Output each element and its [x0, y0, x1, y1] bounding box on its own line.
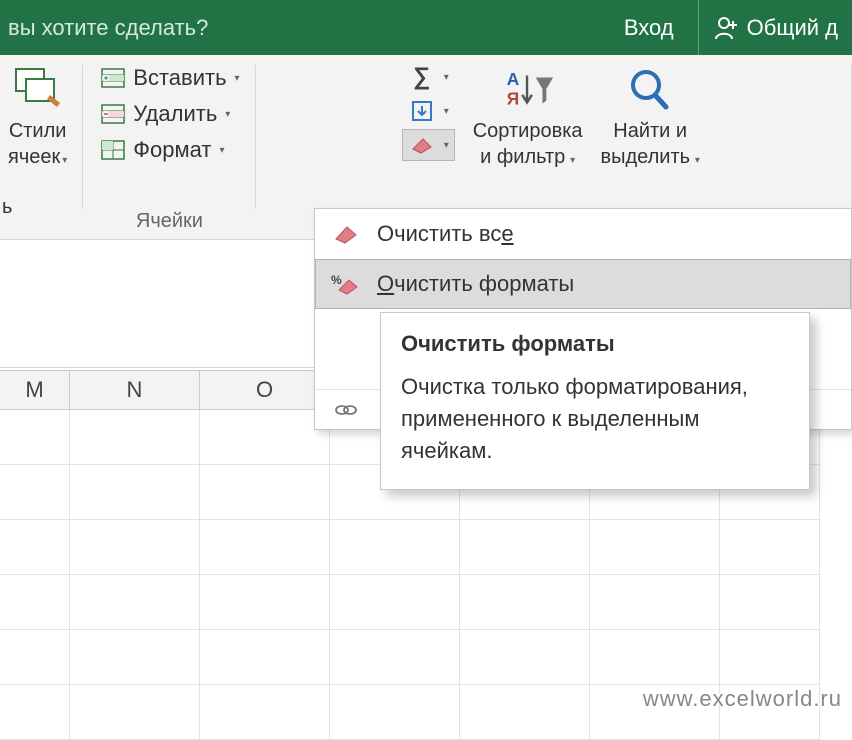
- delete-cells-icon: [99, 102, 127, 126]
- chevron-down-icon: ▾: [235, 73, 240, 84]
- chevron-down-icon: ▾: [444, 140, 449, 151]
- tooltip-title: Очистить форматы: [401, 331, 789, 357]
- watermark: www.excelworld.ru: [643, 686, 842, 712]
- cell-styles-icon: [11, 63, 65, 117]
- format-cells-button[interactable]: Формат ▾: [93, 133, 245, 167]
- sort-filter-label-1: Сортировка: [473, 119, 583, 143]
- chevron-down-icon: ▾: [444, 72, 449, 83]
- fill-button[interactable]: ▾: [402, 95, 455, 127]
- share-button[interactable]: Общий д: [698, 0, 852, 55]
- svg-text:А: А: [506, 69, 519, 89]
- insert-cells-label: Вставить: [133, 65, 226, 91]
- insert-cells-button[interactable]: Вставить ▾: [93, 61, 245, 95]
- svg-text:Я: Я: [506, 88, 518, 108]
- eraser-icon: [331, 221, 361, 247]
- delete-cells-button[interactable]: Удалить ▾: [93, 97, 245, 131]
- fill-down-icon: [408, 99, 436, 123]
- format-cells-icon: [99, 138, 127, 162]
- table-row[interactable]: [0, 630, 852, 685]
- sign-in-button[interactable]: Вход: [600, 15, 698, 41]
- cells-group-label: Ячейки: [136, 206, 203, 239]
- styles-group-label: [35, 206, 41, 239]
- find-select-label-2: выделить ▾: [601, 145, 700, 169]
- sort-filter-label-2: и фильтр ▾: [480, 145, 575, 169]
- eraser-percent-icon: %: [331, 271, 361, 297]
- sigma-icon: ∑: [408, 65, 436, 89]
- sort-filter-button[interactable]: А Я Сортировка и фильтр ▾: [467, 61, 589, 171]
- autosum-button[interactable]: ∑ ▾: [402, 61, 455, 93]
- delete-cells-label: Удалить: [133, 101, 217, 127]
- share-label: Общий д: [747, 15, 838, 41]
- share-person-icon: [713, 15, 739, 41]
- col-header[interactable]: N: [70, 371, 200, 409]
- col-header[interactable]: M: [0, 371, 70, 409]
- find-select-button[interactable]: Найти и выделить ▾: [595, 61, 706, 171]
- eraser-icon: [408, 133, 436, 157]
- tell-me-text[interactable]: вы хотите сделать?: [0, 15, 208, 41]
- format-cells-label: Формат: [133, 137, 211, 163]
- cell-styles-prefix-frag: ь: [2, 195, 12, 219]
- sort-filter-icon: А Я: [501, 63, 555, 117]
- insert-cells-icon: [99, 66, 127, 90]
- clear-formats-item[interactable]: % Очистить форматы: [315, 259, 851, 309]
- title-bar: вы хотите сделать? Вход Общий д: [0, 0, 852, 55]
- chevron-down-icon: ▾: [225, 109, 230, 120]
- chevron-down-icon: ▾: [219, 145, 224, 156]
- magnifier-icon: [623, 63, 677, 117]
- col-header[interactable]: O: [200, 371, 330, 409]
- tooltip: Очистить форматы Очистка только форматир…: [380, 312, 810, 490]
- svg-text:%: %: [331, 273, 342, 287]
- chevron-down-icon: ▾: [444, 106, 449, 117]
- clear-all-label: Очистить все: [377, 221, 514, 247]
- find-select-label-1: Найти и: [613, 119, 687, 143]
- cell-styles-label-2: ячеек▾: [8, 145, 67, 169]
- clear-all-item[interactable]: Очистить все: [315, 209, 851, 259]
- cell-styles-button[interactable]: ь Стили ячеек▾: [2, 61, 73, 171]
- clear-button[interactable]: ▾: [402, 129, 455, 161]
- table-row[interactable]: [0, 575, 852, 630]
- table-row[interactable]: [0, 520, 852, 575]
- blank-icon: [331, 316, 361, 342]
- clear-formats-label: Очистить форматы: [377, 271, 574, 297]
- link-icon: [331, 397, 361, 423]
- cell-styles-label-1: Стили: [9, 119, 67, 143]
- tooltip-desc: Очистка только форматирования, примененн…: [401, 371, 789, 467]
- blank-icon: [331, 356, 361, 382]
